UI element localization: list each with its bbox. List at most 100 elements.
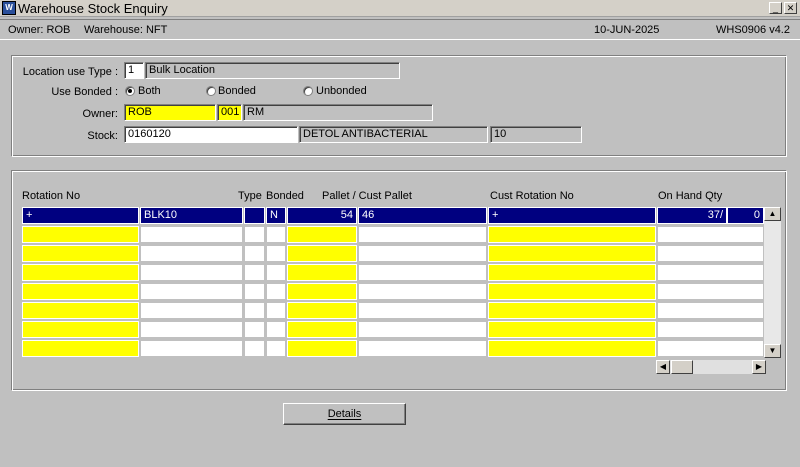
- owner-desc-field: RM: [243, 104, 433, 121]
- empty-cell-rotation-no[interactable]: [22, 283, 139, 300]
- horizontal-scrollbar[interactable]: ◀ ▶: [656, 360, 766, 374]
- empty-cell-type[interactable]: [244, 264, 265, 281]
- radio-unbonded[interactable]: [303, 86, 313, 96]
- empty-cell-on-hand[interactable]: [657, 321, 764, 338]
- owner-info: Owner: ROB: [8, 24, 71, 36]
- cell-bonded[interactable]: N: [266, 207, 286, 224]
- cell-pallet[interactable]: 54: [287, 207, 357, 224]
- empty-cell-on-hand[interactable]: [657, 340, 764, 357]
- form-id: WHS0906 v4.2: [716, 24, 790, 36]
- empty-cell-on-hand[interactable]: [657, 226, 764, 243]
- empty-cell-bonded[interactable]: [266, 226, 286, 243]
- warehouse-info: Warehouse: NFT: [84, 24, 168, 36]
- empty-cell-location[interactable]: [140, 245, 243, 262]
- empty-cell-type[interactable]: [244, 302, 265, 319]
- arrow-up-icon[interactable]: ▲: [764, 207, 781, 221]
- empty-cell-type[interactable]: [244, 321, 265, 338]
- empty-cell-type[interactable]: [244, 245, 265, 262]
- cell-cust-rotation[interactable]: +: [488, 207, 656, 224]
- arrow-right-icon[interactable]: ▶: [752, 360, 766, 374]
- column-header-pallet: Pallet / Cust Pallet: [322, 190, 412, 202]
- empty-cell-cust-pallet[interactable]: [358, 245, 487, 262]
- empty-cell-rotation-no[interactable]: [22, 302, 139, 319]
- empty-cell-pallet[interactable]: [287, 245, 357, 262]
- empty-cell-cust-rotation[interactable]: [488, 302, 656, 319]
- column-header-rotation-no: Rotation No: [22, 190, 81, 202]
- empty-cell-cust-pallet[interactable]: [358, 302, 487, 319]
- empty-cell-cust-rotation[interactable]: [488, 321, 656, 338]
- date-info: 10-JUN-2025: [594, 24, 660, 36]
- empty-cell-on-hand[interactable]: [657, 264, 764, 281]
- column-header-on-hand: On Hand Qty: [658, 190, 723, 202]
- empty-cell-pallet[interactable]: [287, 340, 357, 357]
- empty-cell-bonded[interactable]: [266, 283, 286, 300]
- info-bar: Owner: ROB Warehouse: NFT 10-JUN-2025 WH…: [0, 19, 800, 40]
- empty-cell-type[interactable]: [244, 283, 265, 300]
- location-use-type-code-field[interactable]: 1: [124, 62, 144, 79]
- empty-cell-location[interactable]: [140, 264, 243, 281]
- empty-cell-rotation-no[interactable]: [22, 264, 139, 281]
- empty-cell-pallet[interactable]: [287, 226, 357, 243]
- empty-cell-pallet[interactable]: [287, 283, 357, 300]
- empty-cell-rotation-no[interactable]: [22, 321, 139, 338]
- empty-cell-location[interactable]: [140, 340, 243, 357]
- empty-cell-rotation-no[interactable]: [22, 245, 139, 262]
- details-button[interactable]: Details: [283, 403, 406, 425]
- minimize-icon[interactable]: _: [769, 2, 782, 14]
- empty-cell-cust-rotation[interactable]: [488, 264, 656, 281]
- empty-cell-location[interactable]: [140, 283, 243, 300]
- empty-cell-cust-pallet[interactable]: [358, 283, 487, 300]
- close-icon[interactable]: ✕: [784, 2, 797, 14]
- empty-cell-cust-pallet[interactable]: [358, 264, 487, 281]
- cell-on-hand-extra[interactable]: 0: [727, 207, 764, 224]
- empty-cell-pallet[interactable]: [287, 302, 357, 319]
- empty-cell-cust-rotation[interactable]: [488, 226, 656, 243]
- column-header-cust-rotation: Cust Rotation No: [490, 190, 574, 202]
- horizontal-scroll-thumb[interactable]: [671, 360, 693, 374]
- empty-cell-cust-pallet[interactable]: [358, 321, 487, 338]
- stock-label: Stock:: [87, 130, 118, 142]
- column-header-type: Type: [238, 190, 262, 202]
- empty-cell-type[interactable]: [244, 226, 265, 243]
- owner-number-field[interactable]: 001: [217, 104, 242, 121]
- arrow-down-icon[interactable]: ▼: [764, 344, 781, 358]
- location-use-type-label: Location use Type :: [22, 66, 118, 78]
- empty-cell-type[interactable]: [244, 340, 265, 357]
- empty-cell-bonded[interactable]: [266, 340, 286, 357]
- radio-bonded[interactable]: [206, 86, 216, 96]
- cell-rotation-no[interactable]: +: [22, 207, 139, 224]
- vertical-scroll-track[interactable]: [764, 221, 781, 344]
- empty-cell-rotation-no[interactable]: [22, 340, 139, 357]
- stock-code-field[interactable]: 0160120: [124, 126, 298, 143]
- stock-extra-field: 10: [490, 126, 582, 143]
- empty-cell-rotation-no[interactable]: [22, 226, 139, 243]
- empty-cell-pallet[interactable]: [287, 264, 357, 281]
- empty-cell-bonded[interactable]: [266, 264, 286, 281]
- use-bonded-label: Use Bonded :: [51, 86, 118, 98]
- owner-code-field[interactable]: ROB: [124, 104, 216, 121]
- empty-cell-bonded[interactable]: [266, 245, 286, 262]
- cell-type[interactable]: [244, 207, 265, 224]
- empty-cell-location[interactable]: [140, 302, 243, 319]
- cell-location[interactable]: BLK10: [140, 207, 243, 224]
- arrow-left-icon[interactable]: ◀: [656, 360, 670, 374]
- stock-desc-field: DETOL ANTIBACTERIAL: [299, 126, 488, 143]
- cell-on-hand[interactable]: 37/: [657, 207, 727, 224]
- empty-cell-bonded[interactable]: [266, 321, 286, 338]
- empty-cell-cust-rotation[interactable]: [488, 245, 656, 262]
- empty-cell-cust-pallet[interactable]: [358, 226, 487, 243]
- radio-unbonded-label: Unbonded: [316, 85, 367, 97]
- empty-cell-bonded[interactable]: [266, 302, 286, 319]
- empty-cell-on-hand[interactable]: [657, 245, 764, 262]
- empty-cell-on-hand[interactable]: [657, 302, 764, 319]
- cell-cust-pallet[interactable]: 46: [358, 207, 487, 224]
- empty-cell-location[interactable]: [140, 321, 243, 338]
- empty-cell-cust-rotation[interactable]: [488, 283, 656, 300]
- empty-cell-cust-pallet[interactable]: [358, 340, 487, 357]
- empty-cell-location[interactable]: [140, 226, 243, 243]
- empty-cell-pallet[interactable]: [287, 321, 357, 338]
- radio-both[interactable]: [125, 86, 135, 96]
- empty-cell-cust-rotation[interactable]: [488, 340, 656, 357]
- empty-cell-on-hand[interactable]: [657, 283, 764, 300]
- vertical-scrollbar[interactable]: ▲ ▼: [764, 207, 781, 358]
